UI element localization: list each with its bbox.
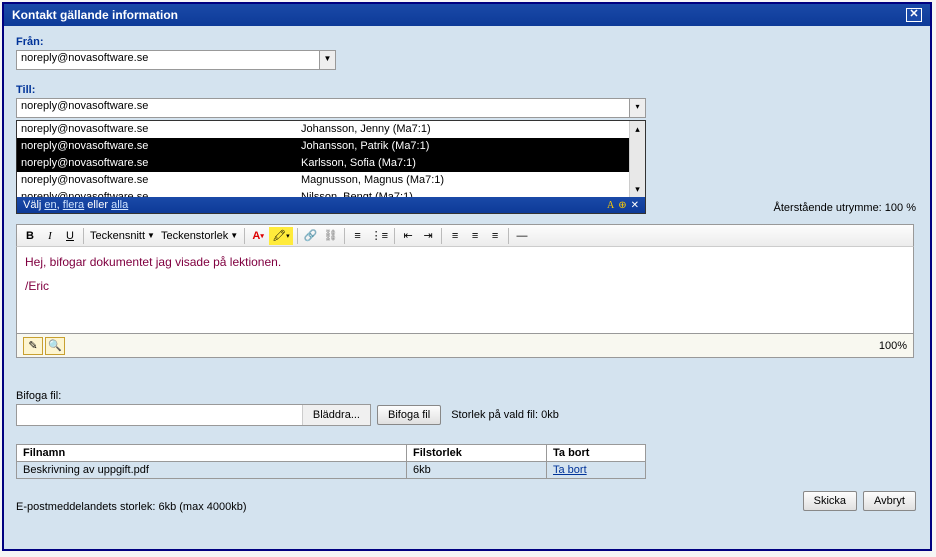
to-dropdown: noreply@novasoftware.se Johansson, Jenny…	[16, 120, 646, 214]
ordered-list-button[interactable]: ≡	[349, 227, 367, 245]
to-label: Till:	[16, 84, 918, 96]
col-remove: Ta bort	[547, 445, 646, 462]
cell-filename: Beskrivning av uppgift.pdf	[17, 462, 407, 479]
select-all-link[interactable]: alla	[111, 199, 128, 211]
align-center-button[interactable]: ≡	[466, 227, 484, 245]
editor-line: /Eric	[25, 279, 905, 293]
from-label: Från:	[16, 36, 918, 48]
option-name: Johansson, Patrik (Ma7:1)	[301, 139, 641, 154]
select-hint: Välj en, flera eller alla	[23, 199, 128, 211]
from-value: noreply@novasoftware.se	[21, 52, 148, 64]
option-name: Johansson, Jenny (Ma7:1)	[301, 122, 641, 137]
cancel-button[interactable]: Avbryt	[863, 491, 916, 511]
remaining-space: Återstående utrymme: 100 %	[774, 202, 916, 214]
dropdown-tools: A ⊕ ✕	[607, 200, 639, 211]
file-path-input[interactable]	[17, 405, 302, 425]
scroll-up-icon[interactable]: ▴	[630, 121, 645, 137]
italic-button[interactable]: I	[41, 227, 59, 245]
hr-button[interactable]: —	[513, 227, 531, 245]
option-name: Magnusson, Magnus (Ma7:1)	[301, 173, 641, 188]
option-name: Nilsson, Bengt (Ma7:1)	[301, 190, 641, 197]
align-left-button[interactable]: ≡	[446, 227, 464, 245]
editor-footer: ✎ 🔍 100%	[16, 334, 914, 358]
option-email: noreply@novasoftware.se	[21, 173, 301, 188]
remove-link[interactable]: Ta bort	[553, 464, 587, 476]
to-value: noreply@novasoftware.se	[21, 100, 148, 112]
bold-button[interactable]: B	[21, 227, 39, 245]
font-icon[interactable]: A	[607, 200, 614, 211]
close-dropdown-icon[interactable]: ✕	[631, 200, 639, 211]
table-row: Beskrivning av uppgift.pdf 6kb Ta bort	[17, 462, 646, 479]
option-name: Karlsson, Sofia (Ma7:1)	[301, 156, 641, 171]
separator	[344, 228, 345, 244]
separator	[244, 228, 245, 244]
zoom-value: 100%	[879, 340, 907, 352]
selected-file-size: Storlek på vald fil: 0kb	[451, 409, 559, 421]
option-email: noreply@novasoftware.se	[21, 190, 301, 197]
dropdown-option[interactable]: noreply@novasoftware.se Karlsson, Sofia …	[17, 155, 645, 172]
select-many-link[interactable]: flera	[63, 199, 84, 211]
chevron-down-icon[interactable]: ▼	[319, 51, 335, 69]
message-editor[interactable]: Hej, bifogar dokumentet jag visade på le…	[16, 246, 914, 334]
browse-button[interactable]: Bläddra...	[302, 405, 370, 425]
dropdown-option[interactable]: noreply@novasoftware.se Nilsson, Bengt (…	[17, 189, 645, 197]
separator	[394, 228, 395, 244]
link-button[interactable]: 🔗	[302, 227, 320, 245]
select-one-link[interactable]: en	[44, 199, 56, 211]
separator	[83, 228, 84, 244]
titlebar: Kontakt gällande information ✕	[4, 4, 930, 26]
font-size-select[interactable]: Teckenstorlek▼	[159, 230, 240, 242]
send-button[interactable]: Skicka	[803, 491, 857, 511]
underline-button[interactable]: U	[61, 227, 79, 245]
zoom-button[interactable]: 🔍	[45, 337, 65, 355]
attach-label: Bifoga fil:	[16, 390, 918, 402]
from-select[interactable]: noreply@novasoftware.se ▼	[16, 50, 336, 70]
outdent-button[interactable]: ⇤	[399, 227, 417, 245]
scroll-down-icon[interactable]: ▾	[630, 181, 645, 197]
align-right-button[interactable]: ≡	[486, 227, 504, 245]
separator	[441, 228, 442, 244]
col-filesize: Filstorlek	[407, 445, 547, 462]
chevron-down-icon[interactable]: ▾	[629, 99, 645, 117]
attachments-table: Filnamn Filstorlek Ta bort Beskrivning a…	[16, 444, 646, 479]
cell-filesize: 6kb	[407, 462, 547, 479]
unordered-list-button[interactable]: ⋮≡	[369, 227, 390, 245]
dropdown-footer: Välj en, flera eller alla A ⊕ ✕	[17, 197, 645, 213]
highlight-button[interactable]: 🖍▾	[269, 227, 292, 245]
attach-section: Bifoga fil: Bläddra... Bifoga fil Storle…	[16, 390, 918, 513]
option-email: noreply@novasoftware.se	[21, 122, 301, 137]
file-input[interactable]: Bläddra...	[16, 404, 371, 426]
unlink-button[interactable]: ⛓	[322, 227, 340, 245]
pin-icon[interactable]: ⊕	[618, 200, 626, 211]
from-section: Från: noreply@novasoftware.se ▼	[16, 36, 918, 70]
dialog-window: Kontakt gällande information ✕ Från: nor…	[2, 2, 932, 551]
editor-toolbar: B I U Teckensnitt▼ Teckenstorlek▼ A▾ 🖍▾ …	[16, 224, 914, 246]
dropdown-option[interactable]: noreply@novasoftware.se Johansson, Patri…	[17, 138, 645, 155]
dropdown-option[interactable]: noreply@novasoftware.se Johansson, Jenny…	[17, 121, 645, 138]
editor-line: Hej, bifogar dokumentet jag visade på le…	[25, 255, 905, 269]
dialog-actions: Skicka Avbryt	[803, 491, 916, 511]
option-email: noreply@novasoftware.se	[21, 139, 301, 154]
separator	[508, 228, 509, 244]
separator	[297, 228, 298, 244]
dropdown-scrollbar[interactable]: ▴ ▾	[629, 121, 645, 197]
font-family-select[interactable]: Teckensnitt▼	[88, 230, 157, 242]
to-section: Till: noreply@novasoftware.se ▾ noreply@…	[16, 84, 918, 118]
close-icon[interactable]: ✕	[906, 8, 922, 22]
dropdown-list: noreply@novasoftware.se Johansson, Jenny…	[17, 121, 645, 197]
content-area: Från: noreply@novasoftware.se ▼ Till: no…	[4, 26, 930, 523]
attach-button[interactable]: Bifoga fil	[377, 405, 441, 425]
window-title: Kontakt gällande information	[12, 8, 178, 22]
to-input[interactable]: noreply@novasoftware.se ▾	[16, 98, 646, 118]
indent-button[interactable]: ⇥	[419, 227, 437, 245]
email-size-text: E-postmeddelandets storlek: 6kb (max 400…	[16, 501, 918, 513]
edit-mode-button[interactable]: ✎	[23, 337, 43, 355]
dropdown-option[interactable]: noreply@novasoftware.se Magnusson, Magnu…	[17, 172, 645, 189]
col-filename: Filnamn	[17, 445, 407, 462]
font-color-button[interactable]: A▾	[249, 227, 267, 245]
option-email: noreply@novasoftware.se	[21, 156, 301, 171]
